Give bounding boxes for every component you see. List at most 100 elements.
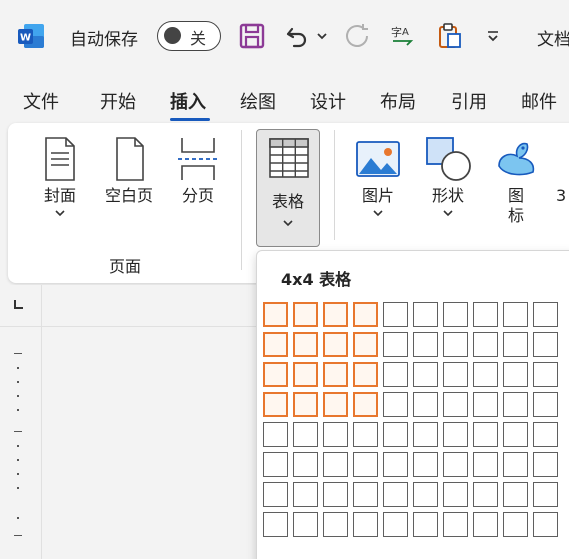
table-grid-cell[interactable] <box>413 512 438 537</box>
table-grid-cell[interactable] <box>443 302 468 327</box>
table-grid-cell[interactable] <box>383 302 408 327</box>
table-grid-cell[interactable] <box>353 452 378 477</box>
table-grid-cell[interactable] <box>323 302 348 327</box>
table-grid-cell[interactable] <box>323 452 348 477</box>
table-grid-cell[interactable] <box>293 422 318 447</box>
table-grid-cell[interactable] <box>353 362 378 387</box>
table-grid-cell[interactable] <box>413 332 438 357</box>
table-grid-cell[interactable] <box>323 482 348 507</box>
table-grid-cell[interactable] <box>353 422 378 447</box>
table-grid-cell[interactable] <box>263 302 288 327</box>
clipboard-paste-icon[interactable] <box>436 22 464 50</box>
undo-icon[interactable] <box>282 22 310 50</box>
table-grid-cell[interactable] <box>503 392 528 417</box>
table-grid-cell[interactable] <box>533 362 558 387</box>
table-grid-cell[interactable] <box>353 392 378 417</box>
table-grid-cell[interactable] <box>263 452 288 477</box>
table-grid-cell[interactable] <box>503 362 528 387</box>
table-grid-cell[interactable] <box>353 302 378 327</box>
table-grid-cell[interactable] <box>473 452 498 477</box>
table-grid-cell[interactable] <box>293 302 318 327</box>
tab-mailings[interactable]: 邮件 <box>521 88 557 114</box>
pictures-button[interactable]: 图片 <box>352 136 404 218</box>
table-grid-cell[interactable] <box>323 512 348 537</box>
table-grid-cell[interactable] <box>413 392 438 417</box>
table-grid-cell[interactable] <box>533 512 558 537</box>
table-grid-cell[interactable] <box>503 332 528 357</box>
customize-qat-icon[interactable] <box>485 28 501 44</box>
table-grid-cell[interactable] <box>293 362 318 387</box>
table-grid-cell[interactable] <box>353 332 378 357</box>
table-grid-cell[interactable] <box>473 482 498 507</box>
translate-icon[interactable]: 字 A <box>388 22 416 50</box>
table-grid-cell[interactable] <box>503 512 528 537</box>
table-grid-cell[interactable] <box>263 362 288 387</box>
table-grid-cell[interactable] <box>473 392 498 417</box>
tab-insert[interactable]: 插入 <box>170 88 206 114</box>
table-grid-cell[interactable] <box>533 302 558 327</box>
table-grid-cell[interactable] <box>263 392 288 417</box>
table-grid-cell[interactable] <box>443 392 468 417</box>
table-grid-cell[interactable] <box>383 392 408 417</box>
table-grid-cell[interactable] <box>263 512 288 537</box>
table-grid-cell[interactable] <box>473 512 498 537</box>
table-grid-cell[interactable] <box>293 452 318 477</box>
table-grid-cell[interactable] <box>443 452 468 477</box>
tab-draw[interactable]: 绘图 <box>240 88 276 114</box>
3d-models-button[interactable]: 3 <box>556 136 569 206</box>
table-grid-cell[interactable] <box>473 422 498 447</box>
tab-design[interactable]: 设计 <box>310 88 346 114</box>
table-grid-cell[interactable] <box>353 482 378 507</box>
table-grid-cell[interactable] <box>473 332 498 357</box>
table-grid-cell[interactable] <box>413 452 438 477</box>
table-grid-cell[interactable] <box>293 512 318 537</box>
cover-page-button[interactable]: 封面 <box>36 136 84 218</box>
table-grid-cell[interactable] <box>533 482 558 507</box>
blank-page-button[interactable]: 空白页 <box>99 136 159 206</box>
table-grid-cell[interactable] <box>323 362 348 387</box>
table-grid-cell[interactable] <box>473 302 498 327</box>
table-grid-cell[interactable] <box>353 512 378 537</box>
table-grid-cell[interactable] <box>263 482 288 507</box>
table-grid-cell[interactable] <box>293 482 318 507</box>
autosave-toggle[interactable]: 关 <box>157 21 221 51</box>
table-grid-cell[interactable] <box>323 422 348 447</box>
table-grid-cell[interactable] <box>503 482 528 507</box>
table-grid-cell[interactable] <box>323 392 348 417</box>
page-break-button[interactable]: 分页 <box>172 136 224 206</box>
table-grid-cell[interactable] <box>263 422 288 447</box>
table-grid-cell[interactable] <box>443 332 468 357</box>
table-grid-cell[interactable] <box>503 302 528 327</box>
table-grid-cell[interactable] <box>413 422 438 447</box>
table-grid-cell[interactable] <box>413 482 438 507</box>
table-grid-cell[interactable] <box>383 332 408 357</box>
table-grid-cell[interactable] <box>503 452 528 477</box>
table-grid-cell[interactable] <box>533 392 558 417</box>
tab-references[interactable]: 引用 <box>451 88 487 114</box>
table-grid-cell[interactable] <box>293 392 318 417</box>
shapes-button[interactable]: 形状 <box>422 136 474 218</box>
tab-home[interactable]: 开始 <box>100 88 136 114</box>
table-grid-cell[interactable] <box>443 482 468 507</box>
table-grid-cell[interactable] <box>443 512 468 537</box>
table-grid-cell[interactable] <box>533 332 558 357</box>
save-icon[interactable] <box>238 22 266 50</box>
tab-layout[interactable]: 布局 <box>380 88 416 114</box>
table-grid-cell[interactable] <box>443 422 468 447</box>
table-grid-cell[interactable] <box>383 362 408 387</box>
table-grid-cell[interactable] <box>413 362 438 387</box>
table-grid-cell[interactable] <box>383 422 408 447</box>
table-grid-cell[interactable] <box>293 332 318 357</box>
table-grid-cell[interactable] <box>503 422 528 447</box>
table-grid-cell[interactable] <box>473 362 498 387</box>
table-grid-cell[interactable] <box>323 332 348 357</box>
table-grid-cell[interactable] <box>533 452 558 477</box>
table-grid-cell[interactable] <box>383 452 408 477</box>
vertical-ruler[interactable] <box>0 327 42 559</box>
table-grid-cell[interactable] <box>383 482 408 507</box>
table-grid-cell[interactable] <box>533 422 558 447</box>
tab-stop-icon[interactable] <box>12 299 24 311</box>
redo-icon[interactable] <box>343 22 371 50</box>
table-grid-cell[interactable] <box>263 332 288 357</box>
table-grid-cell[interactable] <box>383 512 408 537</box>
